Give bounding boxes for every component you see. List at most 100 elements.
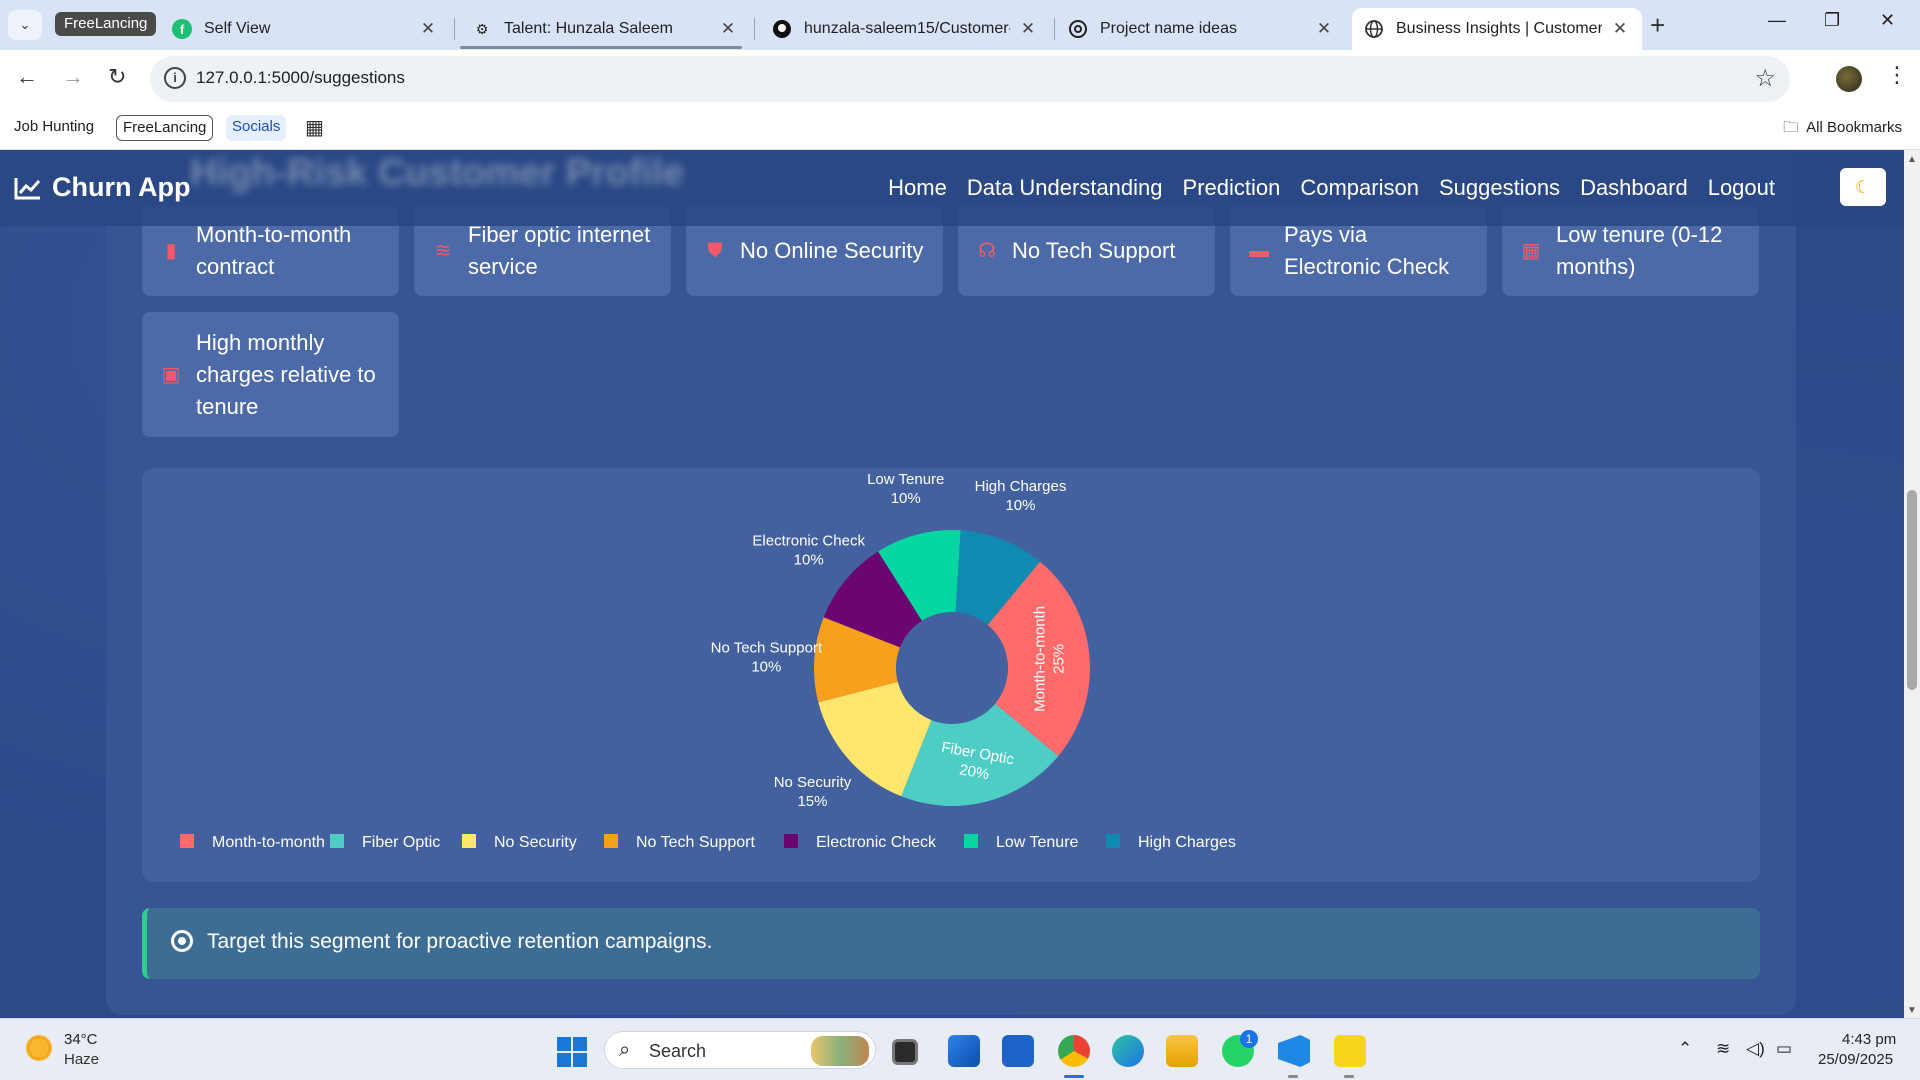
battery-icon[interactable]: ▭ <box>1776 1039 1792 1059</box>
site-info-icon[interactable]: i <box>164 67 186 89</box>
scroll-up-icon[interactable]: ▲ <box>1907 154 1917 165</box>
all-bookmarks[interactable]: 🗀 All Bookmarks <box>1783 117 1902 142</box>
churn-factor-chart-card: Month-to-month 25% Fiber Optic20% No Securi… <box>142 468 1760 882</box>
brand-logo[interactable]: Churn App <box>14 172 190 203</box>
tab-self-view[interactable]: f Self View ✕ <box>160 8 450 50</box>
churn-factor-donut-chart: Month-to-month 25%Fiber Optic20%No Securi… <box>180 471 1236 851</box>
nav-prediction[interactable]: Prediction <box>1183 175 1281 201</box>
globe-icon <box>1364 19 1384 39</box>
clock-time[interactable]: 4:43 pm <box>1842 1031 1896 1048</box>
url-text[interactable]: 127.0.0.1:5000/suggestions <box>196 68 405 88</box>
page-heading-blurred: High-Risk Customer Profile <box>190 152 685 194</box>
clock-date[interactable]: 25/09/2025 <box>1818 1051 1893 1068</box>
wifi-icon[interactable]: ≋ <box>1716 1039 1730 1059</box>
chevron-down-icon: ⌄ <box>19 17 31 32</box>
legend-item[interactable]: No Security <box>494 834 577 851</box>
taskbar-search[interactable]: ⌕ Search <box>604 1031 876 1069</box>
apps-grid-icon[interactable]: ▦ <box>305 115 324 140</box>
close-icon[interactable]: ✕ <box>1018 19 1038 39</box>
wifi-icon: ≋ <box>434 240 452 262</box>
weather-temperature[interactable]: 34°C <box>64 1031 98 1048</box>
theme-toggle-button[interactable]: ☾ <box>1840 168 1886 206</box>
calendar-icon: ▦ <box>1521 240 1541 262</box>
tab-search-button[interactable]: ⌄ <box>8 10 42 40</box>
line-chart-icon <box>14 177 41 199</box>
pie-data-label: High Charges 10% <box>975 478 1067 514</box>
legend-swatch <box>462 834 476 848</box>
page-viewport: ▮ Month-to-month contract ≋ Fiber optic … <box>0 150 1920 1018</box>
legend-swatch <box>1106 834 1120 848</box>
legend-swatch <box>330 834 344 848</box>
back-arrow-icon[interactable]: ← <box>16 64 38 90</box>
money-icon: ▣ <box>161 363 181 386</box>
bookmark-star-icon[interactable]: ☆ <box>1754 64 1776 93</box>
tool-app-icon[interactable] <box>1002 1035 1034 1067</box>
menu-kebab-icon[interactable]: ⋮ <box>1886 62 1908 88</box>
nav-home[interactable]: Home <box>888 175 947 201</box>
gear-icon: ⚙ <box>475 20 489 37</box>
nav-logout[interactable]: Logout <box>1708 175 1775 201</box>
nav-dashboard[interactable]: Dashboard <box>1580 175 1688 201</box>
pie-data-label: No Tech Support 10% <box>711 639 823 675</box>
file-explorer-icon[interactable] <box>1166 1035 1198 1067</box>
folder-icon: 🗀 <box>1783 119 1799 136</box>
weather-sun-icon[interactable] <box>24 1033 54 1063</box>
moon-icon: ☾ <box>1854 177 1872 197</box>
pie-data-label: No Security 15% <box>774 774 852 810</box>
legend-item[interactable]: Low Tenure <box>996 834 1079 851</box>
legend-item[interactable]: Month-to-month <box>212 834 325 851</box>
whatsapp-badge: 1 <box>1240 1030 1258 1048</box>
legend-item[interactable]: High Charges <box>1138 834 1236 851</box>
sticky-notes-icon[interactable] <box>1334 1035 1366 1067</box>
forward-arrow-icon[interactable]: → <box>62 64 84 90</box>
legend-item[interactable]: Electronic Check <box>816 834 937 851</box>
tab-strip: ⌄ FreeLancing f Self View ✕ ⚙ Talent: Hu… <box>0 0 1920 50</box>
address-bar[interactable]: i 127.0.0.1:5000/suggestions ☆ <box>150 56 1790 102</box>
close-icon[interactable]: ✕ <box>418 19 438 39</box>
search-icon: ⌕ <box>619 1039 631 1061</box>
volume-icon[interactable]: ◁) <box>1746 1039 1765 1059</box>
windows-start-icon[interactable] <box>557 1037 587 1067</box>
windows-taskbar: 34°C Haze ⌕ Search ⌃ ≋ ◁) ▭ 4:43 pm 25/0… <box>0 1018 1920 1080</box>
vscode-icon[interactable] <box>1278 1035 1310 1067</box>
close-icon[interactable]: ✕ <box>1610 19 1630 39</box>
tab-project-names[interactable]: Project name ideas ✕ <box>1056 8 1346 50</box>
tab-business-insights[interactable]: Business Insights | Customer Ch ✕ <box>1352 8 1642 50</box>
close-icon[interactable]: ✕ <box>1314 19 1334 39</box>
browser-toolbar: ← → ↻ i 127.0.0.1:5000/suggestions ☆ <box>0 50 1920 108</box>
search-highlight-art <box>811 1036 869 1066</box>
chrome-icon[interactable] <box>1058 1035 1090 1067</box>
nav-comparison[interactable]: Comparison <box>1300 175 1419 201</box>
edge-icon[interactable] <box>1112 1035 1144 1067</box>
chevron-up-icon[interactable]: ⌃ <box>1678 1039 1692 1059</box>
weather-condition[interactable]: Haze <box>64 1051 99 1068</box>
legend-item[interactable]: No Tech Support <box>636 834 755 851</box>
task-view-icon[interactable] <box>892 1039 918 1065</box>
legend-swatch <box>964 834 978 848</box>
tab-talent[interactable]: ⚙ Talent: Hunzala Saleem ✕ <box>460 8 750 50</box>
chrome-running-indicator <box>1064 1075 1084 1078</box>
window-close-icon[interactable]: ✕ <box>1880 10 1895 31</box>
profile-avatar[interactable] <box>1836 66 1862 92</box>
scrollbar-thumb[interactable] <box>1907 490 1917 690</box>
scroll-down-icon[interactable]: ▼ <box>1907 1005 1917 1016</box>
bookmark-job-hunting[interactable]: Job Hunting <box>8 115 100 141</box>
page-scrollbar[interactable]: ▲ ▼ <box>1904 150 1920 1018</box>
bookmark-freelancing[interactable]: FreeLancing <box>116 115 214 141</box>
app-navbar: High-Risk Customer Profile Churn App Hom… <box>0 150 1905 226</box>
close-icon[interactable]: ✕ <box>718 19 738 39</box>
tab-github[interactable]: hunzala-saleem15/Customer-R ✕ <box>760 8 1050 50</box>
nav-suggestions[interactable]: Suggestions <box>1439 175 1560 201</box>
bookmark-socials[interactable]: Socials <box>226 115 287 141</box>
nav-data-understanding[interactable]: Data Understanding <box>967 175 1163 201</box>
minimize-icon[interactable]: — <box>1768 10 1786 31</box>
restore-icon[interactable]: ❐ <box>1824 10 1840 31</box>
shield-icon: ⛊ <box>707 240 723 262</box>
app-nav-links: Home Data Understanding Prediction Compa… <box>888 175 1775 201</box>
new-tab-button[interactable]: + <box>1650 12 1665 38</box>
microsoft-store-icon[interactable] <box>948 1035 980 1067</box>
legend-item[interactable]: Fiber Optic <box>362 834 440 851</box>
fiverr-icon: f <box>172 19 192 39</box>
tab-group-chip[interactable]: FreeLancing <box>55 12 157 36</box>
reload-icon[interactable]: ↻ <box>108 64 126 90</box>
